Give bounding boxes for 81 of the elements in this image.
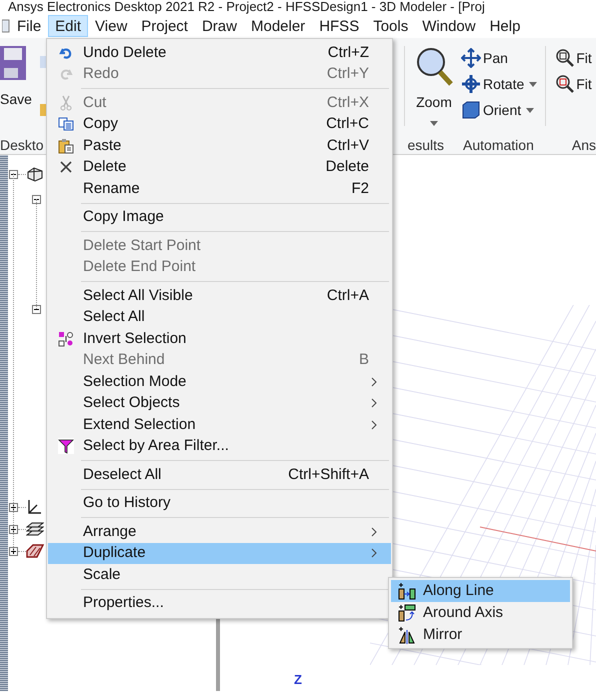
caret-icon xyxy=(526,108,534,112)
group-label: Ans xyxy=(572,136,596,154)
mirror-icon xyxy=(398,626,416,644)
model-icon xyxy=(26,166,44,182)
menu-option[interactable]: Copy Ctrl+C xyxy=(48,114,391,135)
chevron-right-icon xyxy=(371,526,377,537)
menu-option[interactable]: Go to History xyxy=(48,492,391,514)
menu-item[interactable]: Modeler xyxy=(244,15,312,37)
chevron-right-icon xyxy=(371,548,377,558)
move-arrows-icon xyxy=(461,48,481,68)
funnel-icon xyxy=(58,438,74,454)
menu-item[interactable]: HFSS xyxy=(312,15,366,37)
menu-option[interactable]: Select All xyxy=(48,306,391,328)
menu-item[interactable]: Project xyxy=(134,15,195,37)
hatched-block-icon xyxy=(26,544,44,558)
collapse-toggle[interactable] xyxy=(9,170,18,178)
close-icon xyxy=(58,160,72,174)
expand-toggle[interactable] xyxy=(9,524,18,534)
menu-item[interactable]: Draw xyxy=(194,15,244,37)
menu-option[interactable]: Invert Selection xyxy=(48,328,391,350)
redo-icon xyxy=(58,67,72,82)
chevron-right-icon xyxy=(371,398,377,408)
chevron-right-icon xyxy=(371,376,377,387)
copy-icon xyxy=(58,117,74,132)
menu-item[interactable]: Window xyxy=(415,15,483,37)
pan-label[interactable]: Pan xyxy=(483,48,508,68)
collapse-toggle[interactable] xyxy=(32,304,41,314)
app-icon xyxy=(2,19,10,33)
clipboard-icon xyxy=(58,138,74,154)
scissors-icon xyxy=(60,94,72,111)
menu-option[interactable]: Select Objects xyxy=(48,392,391,414)
menu-item[interactable]: File xyxy=(10,15,48,37)
menu-item[interactable]: Help xyxy=(482,15,528,37)
menu-option[interactable]: Scale xyxy=(48,564,391,586)
menu-option[interactable]: Paste Ctrl+V xyxy=(48,135,391,156)
fit-label[interactable]: Fit xyxy=(576,48,592,68)
caret-icon xyxy=(529,82,538,86)
menu-option[interactable]: Delete Delete xyxy=(48,156,391,178)
zoom-fit-icon xyxy=(556,75,574,93)
search-icon xyxy=(415,46,453,86)
menu-item[interactable]: Tools xyxy=(366,15,416,37)
menu-option[interactable]: Mirror xyxy=(391,624,570,646)
blocks-rotate-icon xyxy=(398,604,416,622)
menu-option[interactable]: Select by Area Filter... xyxy=(48,436,391,457)
menu-option[interactable]: Select All Visible Ctrl+A xyxy=(48,285,391,306)
rotate-arrows-icon xyxy=(461,74,481,94)
menu-option[interactable]: Extend Selection xyxy=(48,414,391,436)
group-label: Automation xyxy=(463,136,534,154)
dots-icon xyxy=(58,330,74,347)
save-label: Save xyxy=(0,90,32,109)
axis-label: Z xyxy=(294,670,302,688)
blocks-arrow-icon xyxy=(398,582,416,600)
chevron-right-icon xyxy=(371,420,377,430)
menu-option[interactable]: Arrange xyxy=(48,521,391,542)
menu-item[interactable]: Edit xyxy=(48,15,88,37)
rotate-label[interactable]: Rotate xyxy=(483,74,524,94)
menu-option[interactable]: Rename F2 xyxy=(48,178,391,200)
menu-option[interactable]: Selection Mode xyxy=(48,371,391,392)
cube-icon xyxy=(461,100,481,120)
expand-toggle[interactable] xyxy=(9,546,18,556)
zoom-fit-icon xyxy=(556,49,574,67)
group-label: esults xyxy=(407,136,444,154)
window-title: Ansys Electronics Desktop 2021 R2 - Project2 - HFSSDesign1 - 3D Modeler - [Proj xyxy=(7,0,485,14)
menu-option[interactable]: Deselect All Ctrl+Shift+A xyxy=(48,464,391,486)
group-label: Deskto xyxy=(0,136,44,154)
menu-item[interactable]: View xyxy=(88,15,134,37)
expand-toggle[interactable] xyxy=(9,502,18,512)
undo-icon xyxy=(58,46,72,60)
menu-option[interactable]: Around Axis xyxy=(391,602,570,624)
collapse-toggle[interactable] xyxy=(32,194,41,204)
zoom-label[interactable]: Zoom xyxy=(416,92,452,113)
axes-icon xyxy=(26,499,42,515)
stacked-planes-icon xyxy=(26,522,44,536)
menu-option[interactable]: Duplicate xyxy=(48,542,391,564)
menu-option[interactable]: Copy Image xyxy=(48,206,391,228)
fit-label[interactable]: Fit xyxy=(576,74,592,94)
orient-label[interactable]: Orient xyxy=(483,100,522,120)
caret-icon xyxy=(430,121,438,126)
menu-option[interactable]: Properties... xyxy=(48,592,391,614)
menu-option[interactable]: Along Line xyxy=(391,580,570,602)
menu-option[interactable]: Undo Delete Ctrl+Z xyxy=(48,42,391,64)
